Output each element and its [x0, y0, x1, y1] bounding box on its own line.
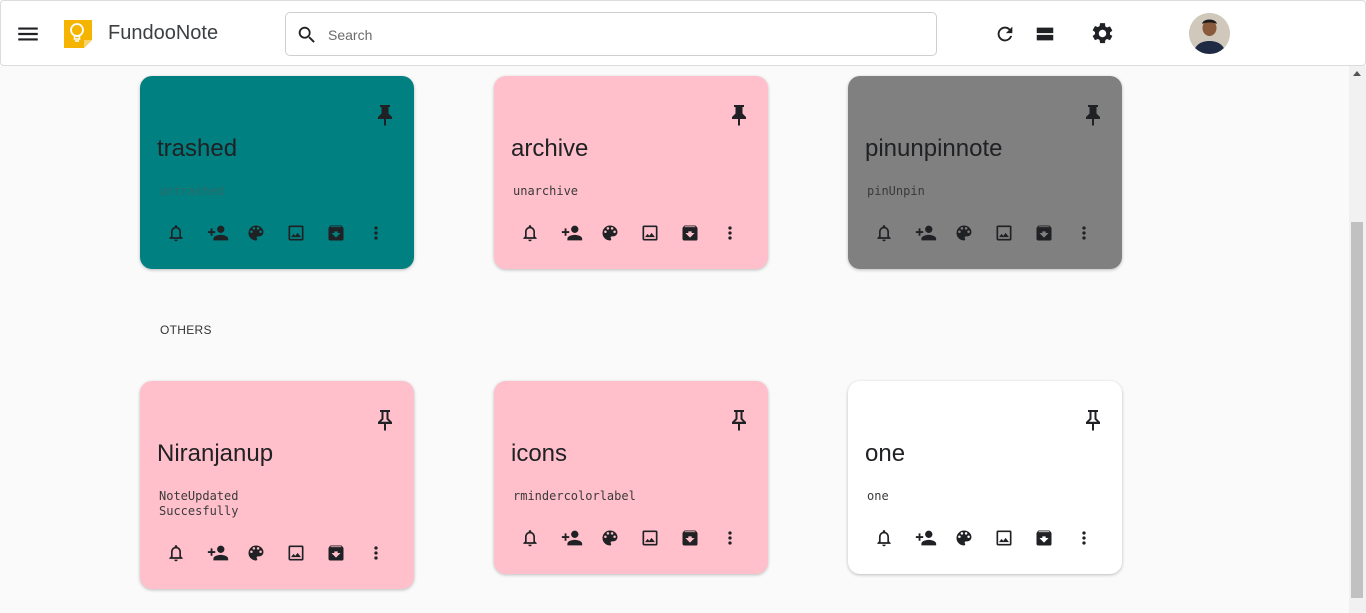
others-section-label: OTHERS: [160, 323, 212, 337]
hamburger-menu-icon[interactable]: [15, 21, 41, 47]
note-card[interactable]: archive unarchive: [494, 76, 768, 269]
image-icon[interactable]: [286, 541, 326, 565]
note-title: archive: [511, 135, 589, 162]
archive-icon[interactable]: [680, 221, 720, 245]
note-description: pinUnpin: [867, 184, 925, 198]
refresh-icon[interactable]: [994, 23, 1016, 50]
note-toolbar: [166, 221, 406, 245]
note-title: icons: [511, 440, 568, 467]
scrollbar-thumb[interactable]: [1351, 222, 1363, 598]
note-title: pinunpinnote: [865, 135, 1003, 162]
archive-icon[interactable]: [326, 221, 366, 245]
palette-icon[interactable]: [600, 526, 640, 550]
top-app-bar: FundooNote: [0, 0, 1366, 66]
note-toolbar: [520, 221, 760, 245]
archive-icon[interactable]: [1034, 526, 1074, 550]
more-vert-icon[interactable]: [366, 541, 406, 565]
note-title: Niranjanup: [157, 440, 274, 467]
note-description: one: [867, 489, 889, 503]
list-view-icon[interactable]: [1034, 23, 1056, 50]
more-vert-icon[interactable]: [366, 221, 406, 245]
add-collaborator-icon[interactable]: [206, 221, 246, 245]
more-vert-icon[interactable]: [720, 221, 760, 245]
note-toolbar: [874, 526, 1114, 550]
palette-icon[interactable]: [246, 541, 286, 565]
note-title: one: [865, 440, 906, 467]
search-bar[interactable]: [285, 12, 937, 56]
note-toolbar: [874, 221, 1114, 245]
archive-icon[interactable]: [680, 526, 720, 550]
image-icon[interactable]: [286, 221, 326, 245]
add-collaborator-icon[interactable]: [560, 221, 600, 245]
pin-filled-icon[interactable]: [375, 103, 395, 127]
pin-outline-icon[interactable]: [729, 408, 749, 432]
bell-icon[interactable]: [166, 221, 206, 245]
palette-icon[interactable]: [954, 526, 994, 550]
note-title: trashed: [157, 135, 238, 162]
add-collaborator-icon[interactable]: [914, 526, 954, 550]
note-toolbar: [166, 541, 406, 565]
note-toolbar: [520, 526, 760, 550]
pin-filled-icon[interactable]: [1083, 103, 1103, 127]
note-card[interactable]: one one: [848, 381, 1122, 574]
palette-icon[interactable]: [954, 221, 994, 245]
note-description: rmindercolorlabel: [513, 489, 636, 503]
image-icon[interactable]: [640, 221, 680, 245]
note-description: unarchive: [513, 184, 579, 198]
note-description: NoteUpdated Succesfully: [159, 489, 239, 518]
image-icon[interactable]: [994, 526, 1034, 550]
add-collaborator-icon[interactable]: [914, 221, 954, 245]
note-card[interactable]: pinunpinnote pinUnpin: [848, 76, 1122, 269]
image-icon[interactable]: [994, 221, 1034, 245]
gear-icon[interactable]: [1090, 21, 1115, 51]
add-collaborator-icon[interactable]: [560, 526, 600, 550]
more-vert-icon[interactable]: [1074, 526, 1114, 550]
search-input[interactable]: [328, 24, 908, 46]
bulb-icon: [61, 17, 95, 51]
bell-icon[interactable]: [520, 526, 560, 550]
pin-filled-icon[interactable]: [729, 103, 749, 127]
note-card[interactable]: Niranjanup NoteUpdated Succesfully: [140, 381, 414, 589]
app-title: FundooNote: [108, 22, 219, 44]
palette-icon[interactable]: [600, 221, 640, 245]
note-description: untrashed: [159, 184, 225, 198]
bell-icon[interactable]: [520, 221, 560, 245]
archive-icon[interactable]: [1034, 221, 1074, 245]
bell-icon[interactable]: [874, 526, 914, 550]
archive-icon[interactable]: [326, 541, 366, 565]
add-collaborator-icon[interactable]: [206, 541, 246, 565]
pin-outline-icon[interactable]: [375, 408, 395, 432]
note-card[interactable]: trashed untrashed: [140, 76, 414, 269]
search-icon[interactable]: [296, 24, 318, 46]
note-card[interactable]: icons rmindercolorlabel: [494, 381, 768, 574]
pin-outline-icon[interactable]: [1083, 408, 1103, 432]
palette-icon[interactable]: [246, 221, 286, 245]
bell-icon[interactable]: [874, 221, 914, 245]
more-vert-icon[interactable]: [1074, 221, 1114, 245]
avatar[interactable]: [1189, 13, 1230, 54]
bell-icon[interactable]: [166, 541, 206, 565]
image-icon[interactable]: [640, 526, 680, 550]
more-vert-icon[interactable]: [720, 526, 760, 550]
scroll-up-arrow[interactable]: [1353, 71, 1361, 76]
